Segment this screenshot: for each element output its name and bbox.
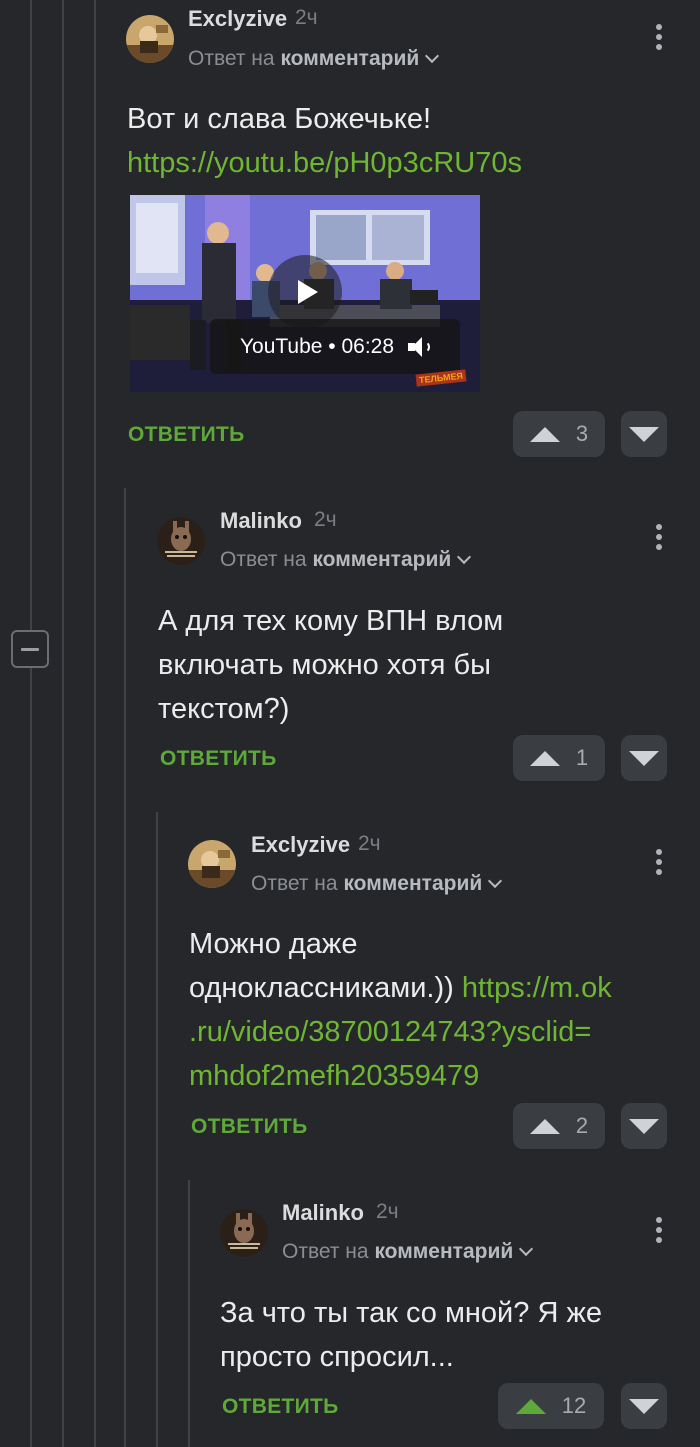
comment-time: 2ч <box>376 1200 399 1223</box>
downvote-button[interactable] <box>621 735 667 781</box>
comment-author[interactable]: Malinko <box>282 1200 364 1226</box>
comment-text-line: За что ты так со мной? Я же <box>220 1297 602 1329</box>
upvote-button[interactable]: 3 <box>513 411 605 457</box>
reply-prefix: Ответ на <box>220 548 307 571</box>
avatar-image <box>188 840 236 888</box>
arrow-down-icon <box>629 750 659 766</box>
comment-text-line: текстом?) <box>158 693 290 725</box>
video-label: YouTube • 06:28 <box>239 334 395 358</box>
upvote-button[interactable]: 2 <box>513 1103 605 1149</box>
thread-line <box>30 0 32 1447</box>
downvote-button[interactable] <box>621 1103 667 1149</box>
vote-count: 2 <box>575 1113 589 1138</box>
comment-link[interactable]: mhdof2mefh20359479 <box>189 1060 479 1092</box>
reply-target: комментарий <box>312 548 452 571</box>
comment-text-line: Можно даже <box>189 928 358 960</box>
comment-text: Вот и слава Божечьке! https://youtu.be/p… <box>127 97 522 185</box>
arrow-down-icon <box>629 1118 659 1134</box>
more-options-icon[interactable] <box>649 520 669 554</box>
thread-line <box>62 0 64 1447</box>
comment-time: 2ч <box>358 832 381 855</box>
vote-count: 3 <box>575 421 589 446</box>
reply-button[interactable]: ОТВЕТИТЬ <box>160 747 277 771</box>
reply-to-link[interactable]: Ответ на комментарий <box>188 47 440 71</box>
downvote-button[interactable] <box>621 1383 667 1429</box>
vote-count: 1 <box>575 745 589 770</box>
comment-text-line: Вот и слава Божечьке! <box>127 103 432 135</box>
comment-text: Можно даже одноклассниками.)) https://m.… <box>189 922 612 1098</box>
minus-icon <box>21 647 39 651</box>
comment-link[interactable]: .ru/video/38700124743?ysclid= <box>189 1016 591 1048</box>
video-info-bar: YouTube • 06:28 <box>210 319 460 374</box>
comment-text: За что ты так со мной? Я же просто спрос… <box>220 1291 602 1379</box>
comment-link[interactable]: https://m.ok <box>462 972 612 1004</box>
reply-button[interactable]: ОТВЕТИТЬ <box>128 423 245 447</box>
play-button[interactable] <box>268 255 342 329</box>
avatar[interactable] <box>126 15 174 63</box>
reply-to-link[interactable]: Ответ на комментарий <box>220 548 472 572</box>
reply-button[interactable]: ОТВЕТИТЬ <box>191 1115 308 1139</box>
chevron-down-icon <box>425 48 440 64</box>
chevron-down-icon <box>457 549 472 565</box>
thread-line <box>188 1180 190 1447</box>
comment-time: 2ч <box>314 508 337 531</box>
arrow-up-icon <box>529 1118 560 1134</box>
upvote-button[interactable]: 1 <box>513 735 605 781</box>
arrow-up-icon <box>515 1398 546 1414</box>
comment-text: А для тех кому ВПН влом включать можно х… <box>158 599 503 731</box>
arrow-down-icon <box>629 426 659 442</box>
comment-text-line: включать можно хотя бы <box>158 649 492 681</box>
play-icon <box>298 280 318 304</box>
avatar-image <box>157 517 205 565</box>
reply-target: комментарий <box>343 872 483 895</box>
chevron-down-icon <box>488 873 503 889</box>
thread-line <box>124 488 126 1447</box>
upvote-button[interactable]: 12 <box>498 1383 604 1429</box>
video-embed[interactable]: YouTube • 06:28 ТЕЛЬМЕЯ <box>130 195 480 392</box>
comment-author[interactable]: Exclyzive <box>251 832 350 858</box>
reply-prefix: Ответ на <box>251 872 338 895</box>
arrow-up-icon <box>529 426 560 442</box>
reply-to-link[interactable]: Ответ на комментарий <box>251 872 503 896</box>
more-options-icon[interactable] <box>649 20 669 54</box>
more-options-icon[interactable] <box>649 1213 669 1247</box>
avatar-image <box>220 1209 268 1257</box>
comment-author[interactable]: Malinko <box>220 508 302 534</box>
downvote-button[interactable] <box>621 411 667 457</box>
chevron-down-icon <box>519 1241 534 1257</box>
reply-button[interactable]: ОТВЕТИТЬ <box>222 1395 339 1419</box>
thread-line <box>94 0 96 1447</box>
arrow-down-icon <box>629 1398 659 1414</box>
avatar[interactable] <box>157 517 205 565</box>
comment-link[interactable]: https://youtu.be/pH0p3cRU70s <box>127 147 522 179</box>
reply-target: комментарий <box>280 47 420 70</box>
more-options-icon[interactable] <box>649 845 669 879</box>
avatar[interactable] <box>220 1209 268 1257</box>
comment-text-line: А для тех кому ВПН влом <box>158 605 504 637</box>
reply-prefix: Ответ на <box>282 1240 369 1263</box>
reply-prefix: Ответ на <box>188 47 275 70</box>
reply-to-link[interactable]: Ответ на комментарий <box>282 1240 534 1264</box>
comment-text-line: одноклассниками.)) <box>189 972 454 1004</box>
reply-target: комментарий <box>374 1240 514 1263</box>
comment-time: 2ч <box>295 6 318 29</box>
thread-line <box>156 812 158 1447</box>
arrow-up-icon <box>529 750 560 766</box>
comment-text-line: просто спросил... <box>220 1341 454 1373</box>
avatar[interactable] <box>188 840 236 888</box>
speaker-icon[interactable] <box>408 336 431 357</box>
collapse-thread-button[interactable] <box>11 630 49 668</box>
comment-author[interactable]: Exclyzive <box>188 6 287 32</box>
avatar-image <box>126 15 174 63</box>
vote-count: 12 <box>561 1393 587 1418</box>
